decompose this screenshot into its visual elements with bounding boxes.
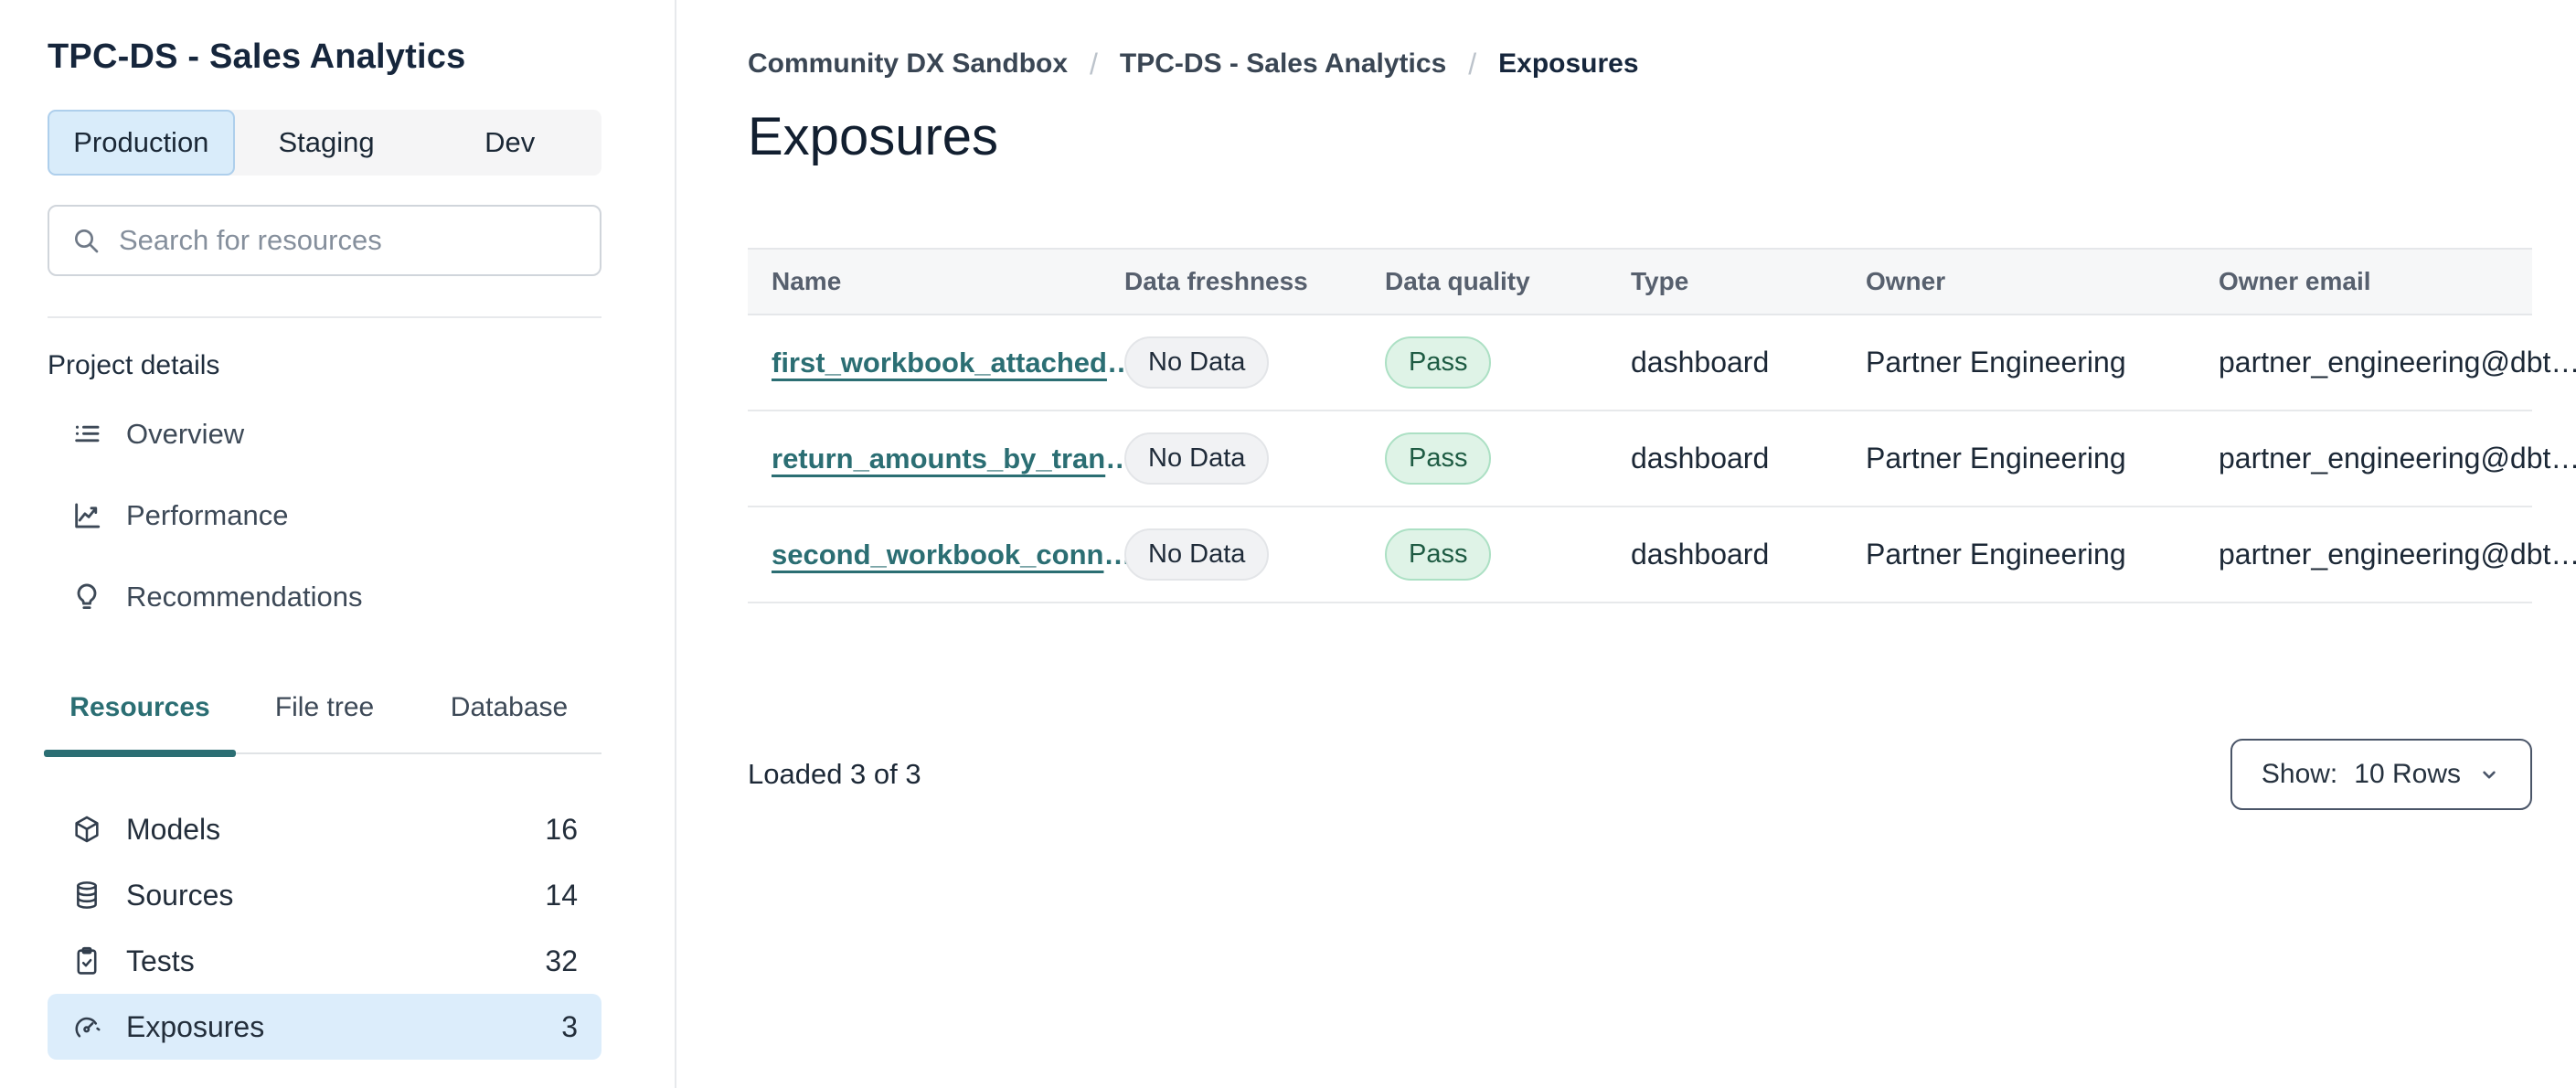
column-header-name: Name bbox=[772, 267, 842, 295]
breadcrumb: Community DX Sandbox / TPC-DS - Sales An… bbox=[748, 46, 2532, 82]
exposure-name-text: return_amounts_by_tran bbox=[772, 443, 1106, 475]
owner-cell: Partner Engineering bbox=[1866, 346, 2126, 379]
table-row: second_workbook_conn… No Data Pass dashb… bbox=[748, 507, 2576, 603]
tab-resources[interactable]: Resources bbox=[44, 687, 236, 757]
resource-label: Tests bbox=[126, 944, 195, 977]
gauge-icon bbox=[71, 1011, 102, 1042]
resource-list: Models 16 Sources 14 Tests 32 Exposures … bbox=[48, 796, 601, 1088]
freshness-badge: No Data bbox=[1124, 336, 1270, 389]
show-value: 10 Rows bbox=[2354, 759, 2461, 789]
sidebar-item-overview[interactable]: Overview bbox=[48, 393, 601, 475]
table-row: first_workbook_attached… No Data Pass da… bbox=[748, 315, 2576, 411]
sidebar-view-tabs: Resources File tree Database bbox=[44, 687, 601, 757]
resource-label: Exposures bbox=[126, 1009, 265, 1043]
owner-cell: Partner Engineering bbox=[1866, 442, 2126, 475]
breadcrumb-item-account[interactable]: Community DX Sandbox bbox=[748, 46, 1068, 82]
sidebar-item-sources[interactable]: Sources 14 bbox=[48, 862, 601, 928]
breadcrumb-item-current: Exposures bbox=[1498, 48, 1639, 79]
lightbulb-icon bbox=[71, 581, 102, 613]
sidebar-divider bbox=[48, 316, 601, 318]
sidebar-item-label: Overview bbox=[126, 417, 245, 450]
exposure-name-link[interactable]: first_workbook_attached… bbox=[772, 347, 1135, 379]
quality-badge: Pass bbox=[1385, 336, 1492, 389]
main-content: Community DX Sandbox / TPC-DS - Sales An… bbox=[676, 0, 2576, 1088]
exposures-table: Name Data freshness Data quality Type Ow… bbox=[748, 248, 2576, 603]
column-header-freshness: Data freshness bbox=[1124, 267, 1308, 295]
env-tab-dev[interactable]: Dev bbox=[418, 110, 601, 176]
loaded-status: Loaded 3 of 3 bbox=[748, 758, 921, 790]
type-cell: dashboard bbox=[1631, 442, 1770, 475]
resource-count: 3 bbox=[561, 1009, 578, 1043]
column-header-owner: Owner bbox=[1866, 267, 1946, 295]
chevron-down-icon bbox=[2477, 763, 2501, 786]
project-title: TPC-DS - Sales Analytics bbox=[48, 37, 466, 76]
cube-icon bbox=[71, 814, 102, 845]
sidebar-item-label: Performance bbox=[126, 498, 289, 531]
exposure-name-link[interactable]: second_workbook_conn… bbox=[772, 539, 1132, 571]
list-icon bbox=[71, 419, 102, 450]
resource-count: 32 bbox=[545, 944, 578, 977]
owner-email-cell: partner_engineering@dbt… bbox=[2219, 538, 2576, 571]
resource-label: Models bbox=[126, 812, 221, 846]
owner-cell: Partner Engineering bbox=[1866, 538, 2126, 571]
sidebar-item-label: Recommendations bbox=[126, 580, 363, 613]
clipboard-check-icon bbox=[71, 945, 102, 976]
breadcrumb-separator: / bbox=[1090, 48, 1098, 80]
column-header-owner-email: Owner email bbox=[2219, 267, 2371, 295]
exposure-name-text: first_workbook_attached bbox=[772, 347, 1107, 379]
column-header-type: Type bbox=[1631, 267, 1689, 295]
sidebar-item-tests[interactable]: Tests 32 bbox=[48, 928, 601, 994]
quality-badge: Pass bbox=[1385, 432, 1492, 485]
resource-count: 16 bbox=[545, 812, 578, 846]
owner-email-cell: partner_engineering@dbt… bbox=[2219, 346, 2576, 379]
sidebar: TPC-DS - Sales Analytics Production Stag… bbox=[0, 0, 676, 1088]
sidebar-item-exposures[interactable]: Exposures 3 bbox=[48, 994, 601, 1060]
exposure-name-link[interactable]: return_amounts_by_tran… bbox=[772, 443, 1134, 475]
freshness-badge: No Data bbox=[1124, 528, 1270, 581]
search-input[interactable] bbox=[119, 224, 578, 257]
quality-badge: Pass bbox=[1385, 528, 1492, 581]
owner-email-cell: partner_engineering@dbt… bbox=[2219, 442, 2576, 475]
tab-file-tree[interactable]: File tree bbox=[232, 687, 417, 752]
environment-tabs: Production Staging Dev bbox=[48, 110, 601, 176]
sidebar-item-partial[interactable] bbox=[48, 1078, 601, 1088]
column-header-quality: Data quality bbox=[1385, 267, 1530, 295]
table-header-row: Name Data freshness Data quality Type Ow… bbox=[748, 248, 2532, 315]
resource-count: 14 bbox=[545, 878, 578, 912]
chart-line-icon bbox=[71, 500, 102, 531]
project-details-nav: Overview Performance Recommendations bbox=[48, 393, 601, 637]
show-label: Show: bbox=[2261, 759, 2338, 789]
app-root: TPC-DS - Sales Analytics Production Stag… bbox=[0, 0, 2576, 1088]
rows-per-page-dropdown[interactable]: Show: 10 Rows bbox=[2230, 739, 2532, 810]
sidebar-item-performance[interactable]: Performance bbox=[48, 475, 601, 556]
breadcrumb-separator: / bbox=[1468, 48, 1477, 80]
type-cell: dashboard bbox=[1631, 346, 1770, 379]
page-title: Exposures bbox=[748, 107, 999, 166]
sidebar-item-recommendations[interactable]: Recommendations bbox=[48, 556, 601, 637]
breadcrumb-item-project[interactable]: TPC-DS - Sales Analytics bbox=[1120, 46, 1446, 82]
resource-label: Sources bbox=[126, 878, 234, 912]
env-tab-staging[interactable]: Staging bbox=[235, 110, 419, 176]
search-icon bbox=[71, 226, 101, 255]
env-tab-production[interactable]: Production bbox=[48, 110, 235, 176]
tab-database[interactable]: Database bbox=[417, 687, 601, 752]
freshness-badge: No Data bbox=[1124, 432, 1270, 485]
project-details-label: Project details bbox=[48, 350, 220, 380]
table-row: return_amounts_by_tran… No Data Pass das… bbox=[748, 411, 2576, 507]
sidebar-item-models[interactable]: Models 16 bbox=[48, 796, 601, 862]
database-icon bbox=[71, 880, 102, 911]
table-footer: Loaded 3 of 3 Show: 10 Rows bbox=[748, 739, 2532, 810]
search-box[interactable] bbox=[48, 205, 601, 276]
type-cell: dashboard bbox=[1631, 538, 1770, 571]
exposure-name-text: second_workbook_conn bbox=[772, 539, 1104, 571]
